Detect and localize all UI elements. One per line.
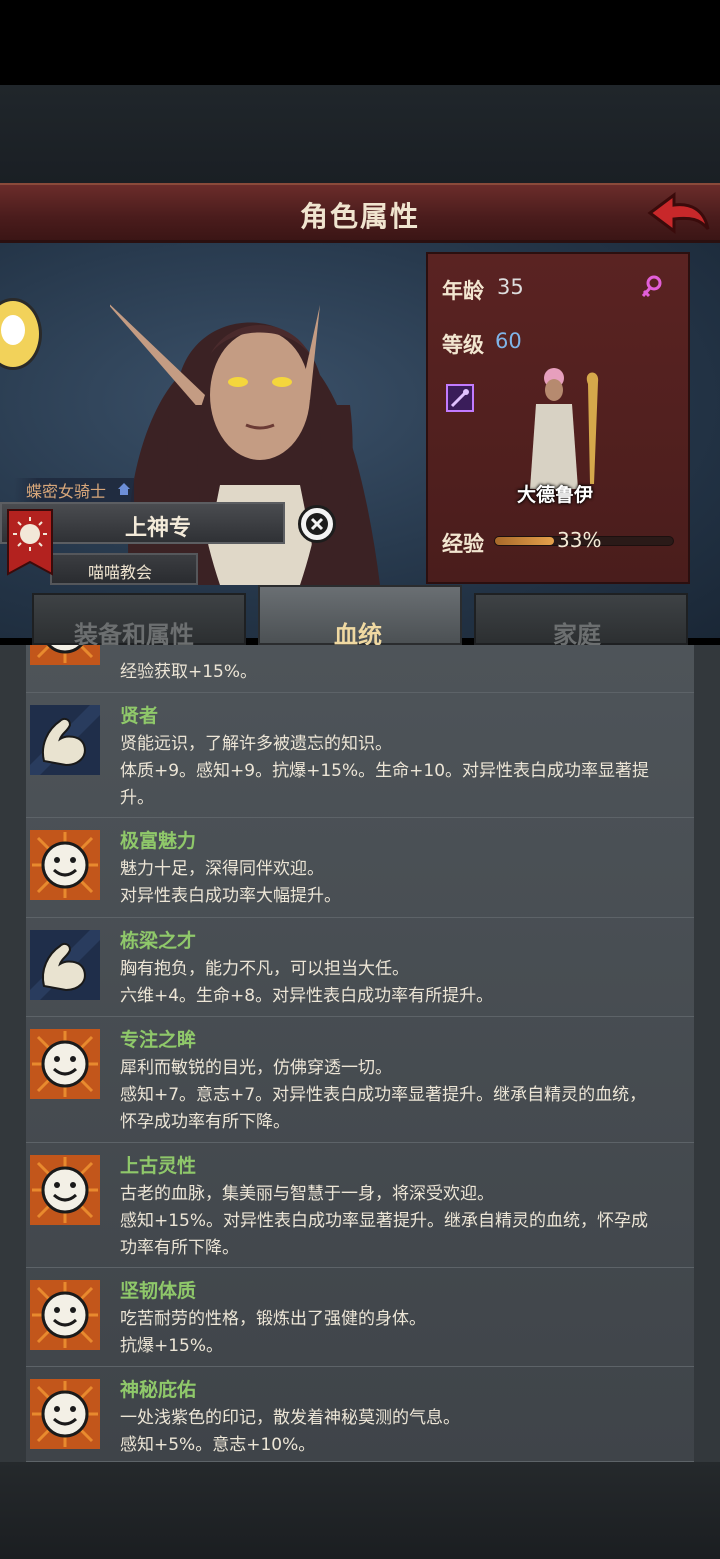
trait-description-line: 感知+7。意志+7。对异性表白成功率显著提升。继承自精灵的血统， [120,1085,647,1105]
trait-row[interactable]: 栋梁之才胸有抱负，能力不凡，可以担当大任。六维+4。生命+8。对异性表白成功率有… [26,918,694,1017]
exp-percent: 33% [557,528,602,552]
smile-icon [30,645,100,665]
trait-name: 极富魅力 [120,830,197,852]
list-edge-right [694,645,720,1462]
trait-description: 胸有抱负，能力不凡，可以担当大任。六维+4。生命+8。对异性表白成功率有所提升。 [120,956,690,1010]
character-name: 上神专 [125,516,192,541]
trait-row[interactable]: 上古灵性古老的血脉，集美丽与智慧于一身，将深受欢迎。感知+15%。对异性表白成功… [26,1143,694,1268]
trait-description: 犀利而敏锐的目光，仿佛穿透一切。感知+7。意志+7。对异性表白成功率显著提升。继… [120,1055,690,1136]
smile-icon [30,1379,100,1449]
trait-description-line: 吃苦耐劳的性格，锻炼出了强健的身体。 [120,1309,426,1329]
trait-description: 魅力十足，深得同伴欢迎。 对异性表白成功率大幅提升。 [120,856,690,910]
trait-description: 古老的血脉，集美丽与智慧于一身，将深受欢迎。感知+15%。对异性表白成功率显著提… [120,1181,690,1262]
trait-description-line: 古老的血脉，集美丽与智慧于一身，将深受欢迎。 [120,1184,494,1204]
trait-description-line: 感知+5%。意志+10%。 [120,1435,316,1455]
staff-skill-icon[interactable] [446,384,474,412]
trait-description-line: 一处浅紫色的印记，散发着神秘莫测的气息。 [120,1408,460,1428]
trait-name: 上古灵性 [120,1155,197,1177]
trait-row[interactable]: 经验获取+15%。 [26,645,694,693]
age-label: 年龄 [442,279,484,303]
trait-row[interactable]: 专注之眸犀利而敏锐的目光，仿佛穿透一切。感知+7。意志+7。对异性表白成功率显著… [26,1017,694,1143]
exp-label: 经验 [442,532,484,556]
trait-name: 贤者 [120,705,159,727]
trait-description-line: 经验获取+15%。 [120,662,258,682]
trait-description-line: 怀孕成功率有所下降。 [120,1112,290,1132]
top-backdrop [0,85,720,185]
sun-banner-icon [7,509,53,576]
trait-description-line: 体质+9。感知+9。抗爆+15%。生命+10。对异性表白成功率显著提 [120,761,650,781]
trait-description-line: 抗爆+15%。 [120,1336,224,1356]
bottom-backdrop [0,1462,720,1559]
back-arrow-icon[interactable] [646,189,712,239]
status-bar-area [0,0,720,85]
age-value: 35 [497,275,524,299]
trait-description-line: 贤能远识，了解许多被遗忘的知识。 [120,734,392,754]
exp-progress-fill [495,537,554,545]
character-church: 喵喵教会 [88,563,153,582]
trait-description-line: 对异性表白成功率大幅提升。 [120,886,341,906]
class-name: 大德鲁伊 [517,484,594,506]
level-value: 60 [495,329,522,353]
trait-description-line: 六维+4。生命+8。对异性表白成功率有所提升。 [120,986,494,1006]
trait-name: 坚韧体质 [120,1280,197,1302]
smile-icon [30,830,100,900]
smile-icon [30,1155,100,1225]
level-label: 等级 [442,333,484,357]
character-title: 蝶密女骑士 [26,482,107,501]
header-bar: 角色属性 [0,183,720,243]
trait-description: 贤能远识，了解许多被遗忘的知识。体质+9。感知+9。抗爆+15%。生命+10。对… [120,731,690,812]
trait-description-line: 胸有抱负，能力不凡，可以担当大任。 [120,959,409,979]
smile-icon [30,1280,100,1350]
muscle-arm-icon [30,930,100,1000]
trait-row[interactable]: 神秘庇佑一处浅紫色的印记，散发着神秘莫测的气息。 感知+5%。意志+10%。 [26,1367,694,1462]
trait-description: 吃苦耐劳的性格，锻炼出了强健的身体。 抗爆+15%。 [120,1306,690,1360]
page-title: 角色属性 [299,200,420,233]
trait-description-line: 升。 [120,788,154,808]
muscle-arm-icon [30,705,100,775]
female-icon [641,275,662,298]
list-edge-left [0,645,26,1462]
trait-name: 栋梁之才 [120,930,197,952]
house-icon [118,483,130,495]
trait-name: 神秘庇佑 [120,1379,197,1401]
trait-description-line: 魅力十足，深得同伴欢迎。 [120,859,324,879]
trait-description-line: 感知+15%。对异性表白成功率显著提升。继承自精灵的血统，怀孕成 [120,1211,649,1231]
trait-description-line: 犀利而敏锐的目光，仿佛穿透一切。 [120,1058,392,1078]
trait-name: 专注之眸 [120,1029,197,1051]
trait-description: 经验获取+15%。 [120,659,690,686]
trait-description-line: 功率有所下降。 [120,1238,239,1258]
trait-description: 一处浅紫色的印记，散发着神秘莫测的气息。 感知+5%。意志+10%。 [120,1405,690,1459]
trait-row[interactable]: 贤者贤能远识，了解许多被遗忘的知识。体质+9。感知+9。抗爆+15%。生命+10… [26,693,694,818]
trait-row[interactable]: 极富魅力魅力十足，深得同伴欢迎。 对异性表白成功率大幅提升。 [26,818,694,918]
smile-icon [30,1029,100,1099]
trait-row[interactable]: 坚韧体质吃苦耐劳的性格，锻炼出了强健的身体。 抗爆+15%。 [26,1268,694,1367]
close-icon[interactable] [298,505,336,543]
